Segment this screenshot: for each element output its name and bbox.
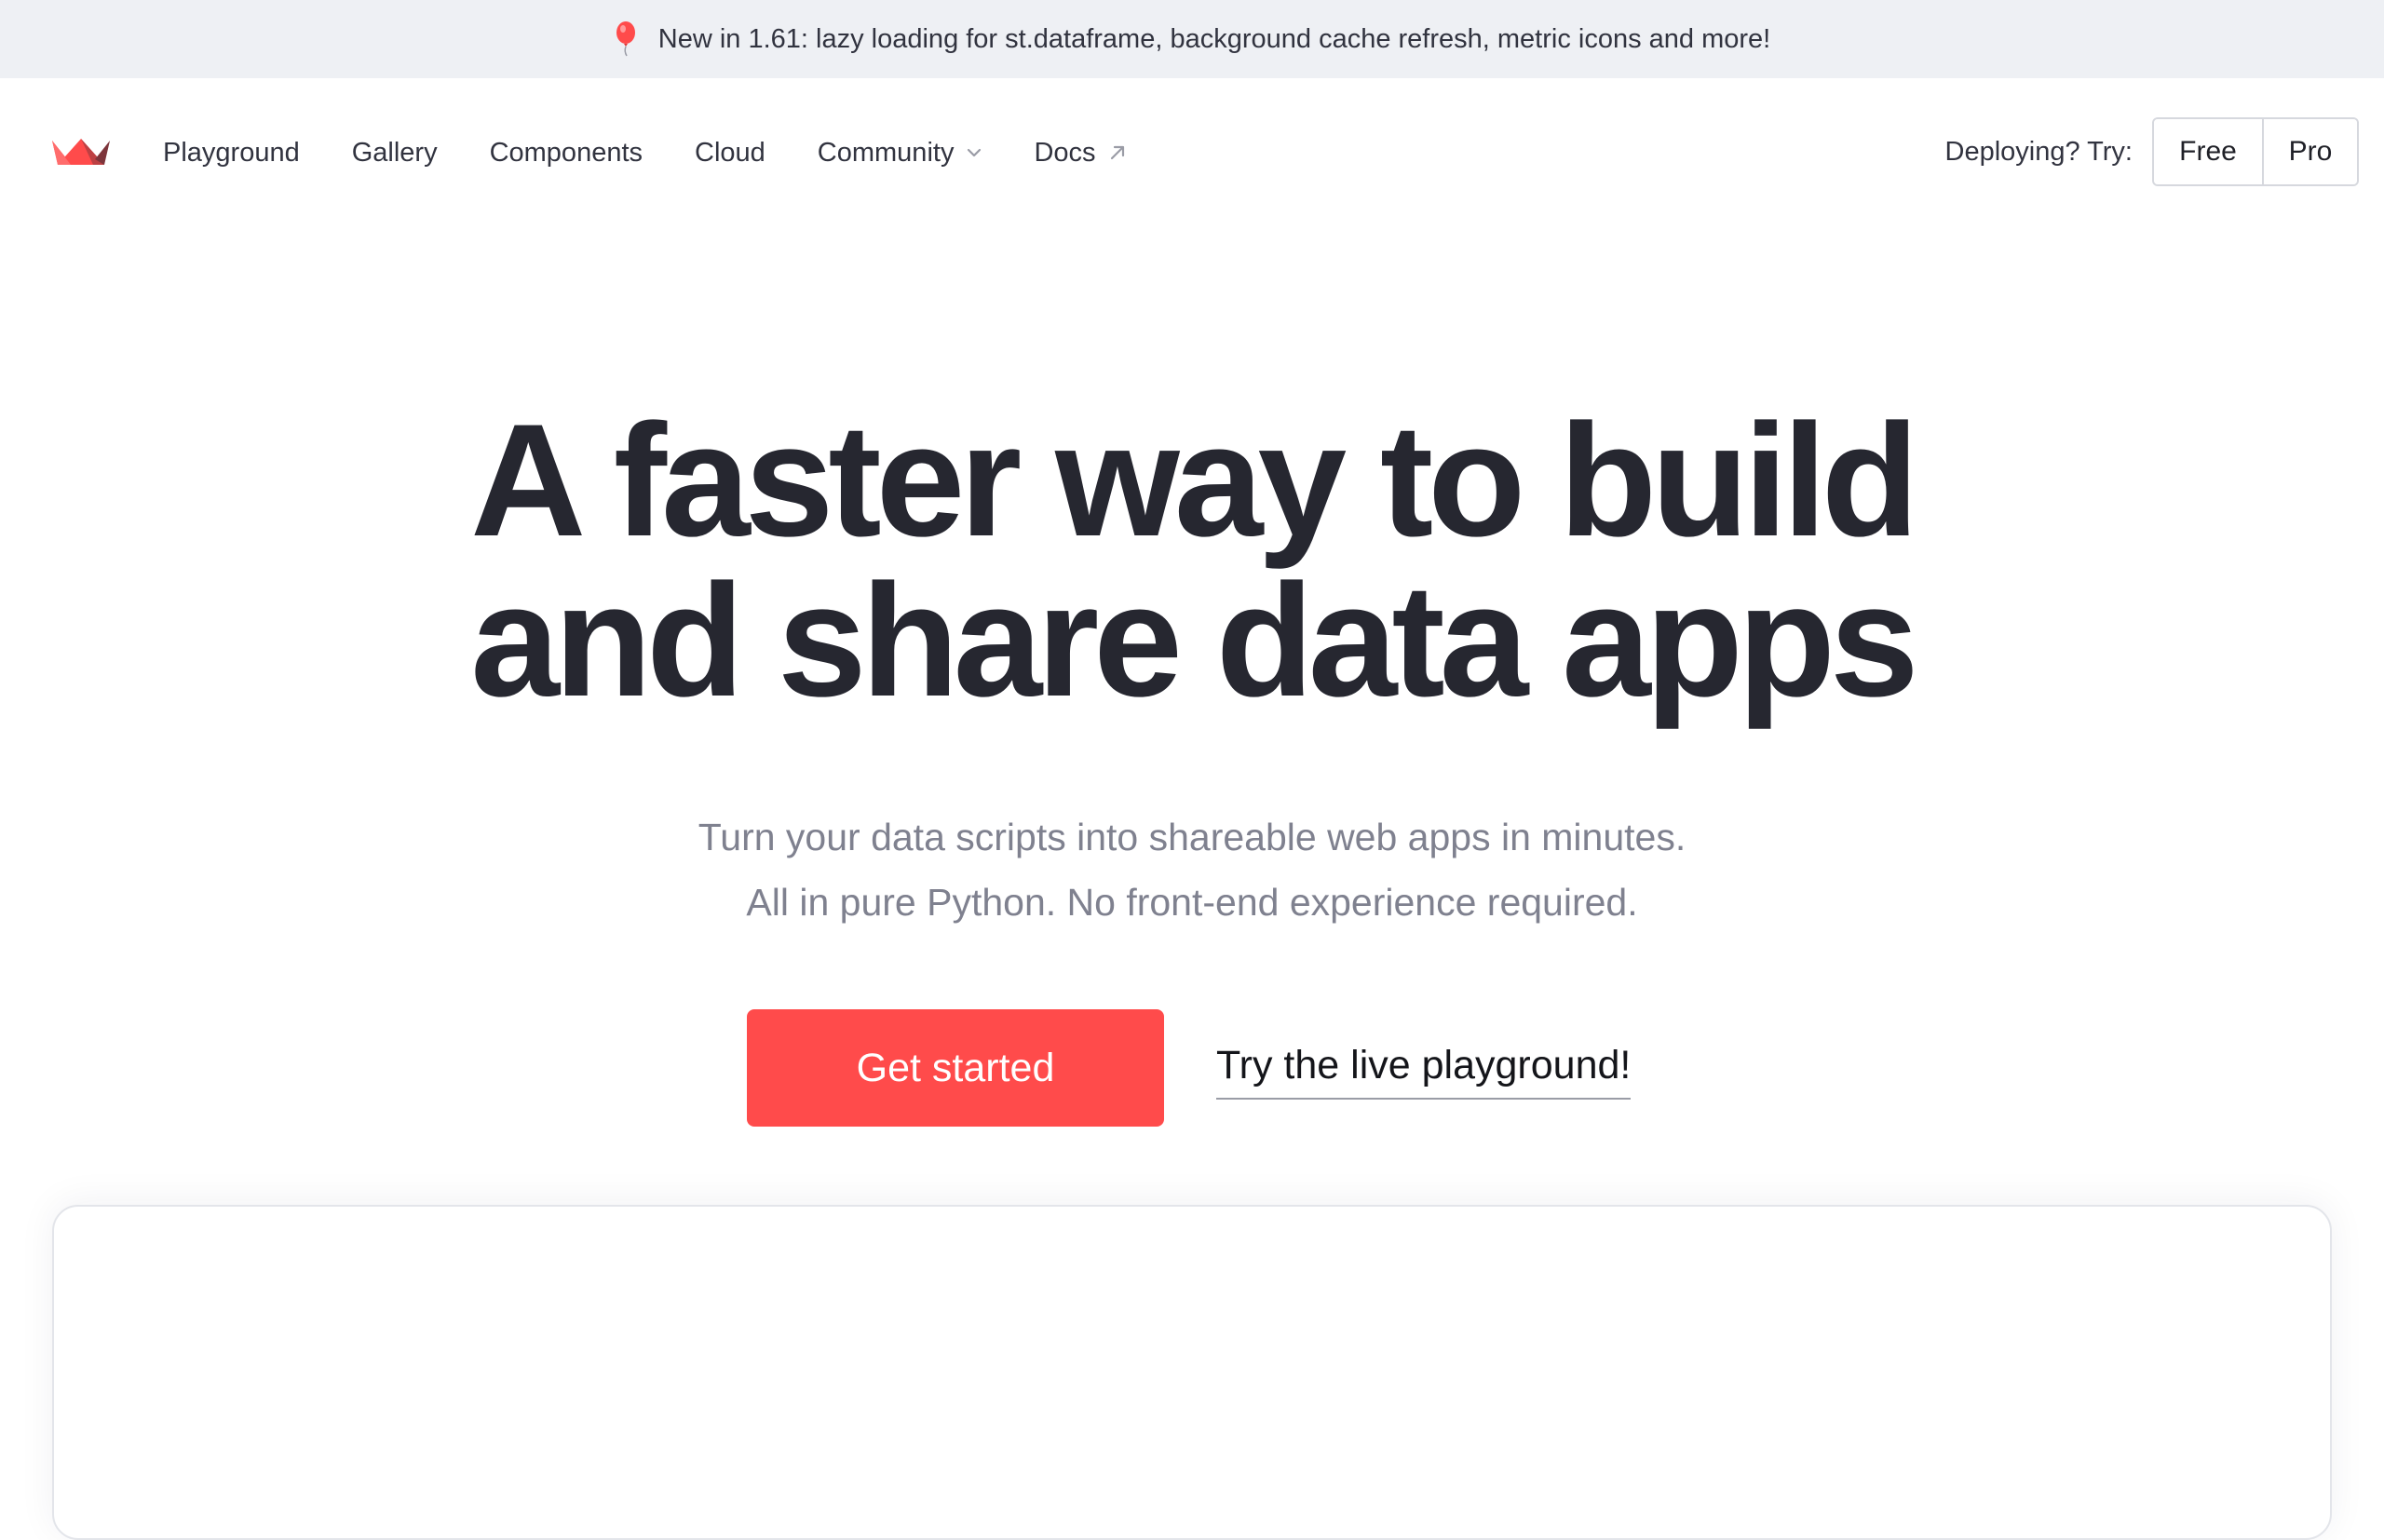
- nav-link-gallery[interactable]: Gallery: [352, 138, 438, 169]
- chevron-down-icon: [967, 148, 982, 157]
- streamlit-logo[interactable]: [50, 131, 112, 169]
- nav-link-label: Playground: [163, 137, 300, 168]
- nav-link-label: Components: [489, 137, 643, 168]
- hero-title: A faster way to build and share data app…: [0, 400, 2384, 721]
- get-started-button[interactable]: Get started: [747, 1009, 1164, 1127]
- nav-link-cloud[interactable]: Cloud: [695, 138, 765, 169]
- announcement-text[interactable]: New in 1.61: lazy loading for st.datafra…: [658, 24, 1770, 55]
- live-playground-link[interactable]: Try the live playground!: [1216, 1043, 1632, 1100]
- deploy-toggle: Free Pro: [2152, 117, 2359, 186]
- hero-title-line: A faster way to build: [470, 391, 1919, 570]
- top-navigation: Playground Gallery Components Cloud Comm…: [0, 78, 2384, 227]
- external-arrow-icon: [1109, 144, 1126, 161]
- nav-link-label: Docs: [1034, 137, 1096, 168]
- hero-subtitle-line: All in pure Python. No front-end experie…: [746, 881, 1638, 924]
- announcement-banner[interactable]: New in 1.61: lazy loading for st.datafra…: [0, 0, 2384, 78]
- hero-title-line: and share data apps: [470, 551, 1918, 730]
- deploy-options: Deploying? Try: Free Pro: [1944, 117, 2359, 186]
- hero-subtitle-line: Turn your data scripts into shareable we…: [698, 816, 1686, 858]
- hero-subtitle: Turn your data scripts into shareable we…: [0, 804, 2384, 935]
- nav-link-components[interactable]: Components: [490, 138, 643, 169]
- nav-link-label: Gallery: [351, 137, 438, 168]
- nav-link-playground[interactable]: Playground: [163, 138, 300, 169]
- nav-link-label: Cloud: [695, 137, 765, 168]
- nav-links: Playground Gallery Components Cloud Comm…: [163, 78, 1178, 227]
- nav-link-community[interactable]: Community: [818, 138, 982, 169]
- deploy-label: Deploying? Try:: [1944, 136, 2133, 167]
- deploy-free-button[interactable]: Free: [2154, 119, 2264, 184]
- nav-link-docs[interactable]: Docs: [1034, 138, 1125, 169]
- balloon-icon: [614, 20, 638, 58]
- nav-link-label: Community: [817, 137, 955, 168]
- app-preview-card: [52, 1205, 2332, 1540]
- deploy-pro-button[interactable]: Pro: [2264, 119, 2357, 184]
